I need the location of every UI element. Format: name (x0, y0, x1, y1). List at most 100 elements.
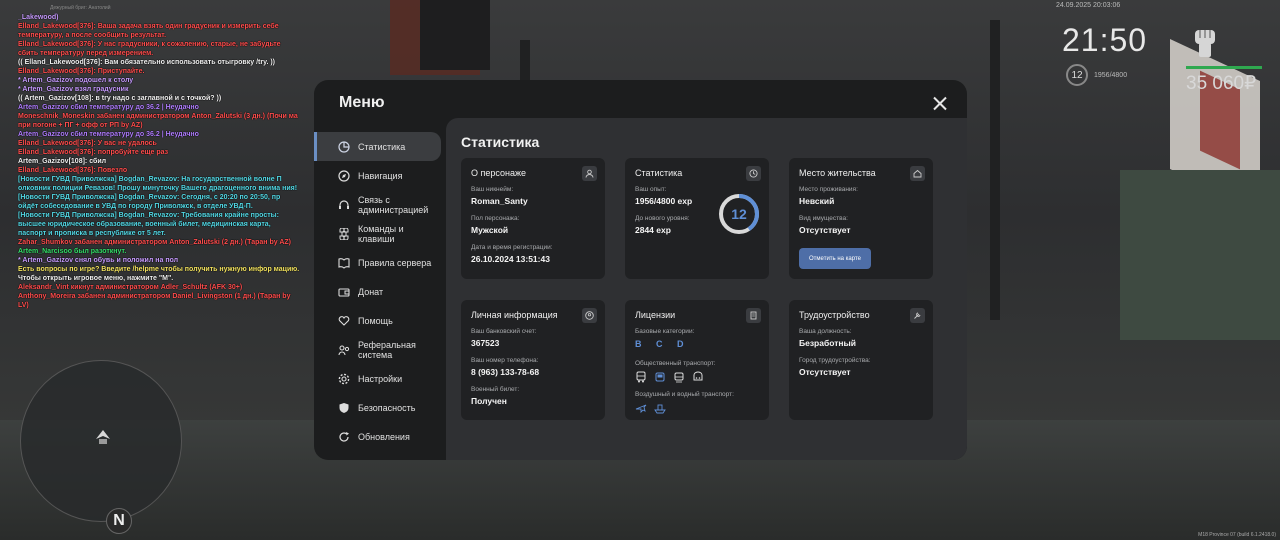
chat-line: Elland_Lakewood[376]: попробуйте еще раз (18, 149, 169, 156)
clock-icon (746, 166, 761, 181)
close-button[interactable] (930, 94, 950, 114)
card-job: Трудоустройство Ваша должность: Безработ… (789, 300, 933, 420)
book-icon (338, 257, 350, 269)
game-menu: Меню Статистика Навигация Связь с админи… (314, 80, 967, 460)
place-label: Место проживания: (799, 186, 858, 193)
chat-line: Elland_Lakewood[376]: Приступайте. (18, 68, 145, 75)
card-title: Статистика (635, 168, 683, 178)
background-doorway (420, 0, 490, 70)
menu-title: Меню (339, 94, 385, 111)
nav-item-help[interactable]: Помощь (314, 306, 441, 335)
chat-line: Aleksandr_Vint кикнут администратором Ad… (18, 284, 243, 291)
nick-label: Ваш никнейм: (471, 186, 514, 193)
chat-line: Elland_Lakewood[376]: У вас не удалось (18, 140, 157, 147)
chat-line: Artem_Narcisoo был разоткнут. (18, 248, 127, 255)
job-city-label: Город трудоустройства: (799, 357, 871, 364)
hud-date: 24.09.2025 20:03:06 (1056, 2, 1121, 9)
mark-on-map-button[interactable]: Отметить на карте (799, 248, 871, 269)
public-transport-icons (635, 370, 704, 383)
wallet-icon (338, 287, 350, 297)
gear-icon (338, 373, 350, 384)
compass-icon (338, 169, 350, 182)
card-title: О персонаже (471, 168, 526, 178)
place-value: Невский (799, 196, 835, 206)
nick-value: Roman_Santy (471, 196, 528, 206)
boat-icon (654, 401, 666, 414)
card-personal: Личная информация Ваш банковский счет: 3… (461, 300, 605, 420)
nav-item-commands[interactable]: Команды и клавиши (314, 219, 441, 248)
phone-value: 8 (963) 133-78-68 (471, 367, 540, 377)
hud-money-bar (1186, 66, 1262, 69)
chat-line: Elland_Lakewood[376]: У нас градусники, … (18, 41, 281, 57)
tram-icon (673, 370, 685, 383)
position-label: Ваша должность: (799, 328, 852, 335)
card-stats: Статистика Ваш опыт: 1956/4800 exp До но… (625, 158, 769, 279)
nav-item-updates[interactable]: Обновления (314, 422, 441, 451)
build-info: M18 Province 07 (build 6.1.2418.0) (1198, 532, 1276, 538)
command-icon (339, 227, 349, 240)
nav-label: Безопасность (358, 402, 416, 413)
compass-north: N (106, 508, 132, 534)
bank-value: 367523 (471, 338, 500, 348)
fist-icon (1195, 30, 1215, 57)
property-value: Отсутствует (799, 225, 851, 235)
chat-line: Artem_Gazizov[108]: сбил (18, 158, 107, 165)
chat-line: _Lakewood) (18, 14, 59, 21)
nav-label: Настройки (358, 373, 403, 384)
document-icon (746, 308, 761, 323)
player-marker-icon (96, 430, 110, 444)
background-post (990, 20, 1000, 320)
card-title: Трудоустройство (799, 310, 870, 320)
nav-label: Реферальная система (358, 339, 416, 360)
chat-line: * Artem_Gazizov снял обувь и положил на … (18, 257, 179, 264)
user-icon (582, 166, 597, 181)
chat-line: [Новости ГУВД Приволжска] Bogdan_Revazov… (18, 176, 298, 192)
chat-line: Elland_Lakewood[376]: Ваша задача взять … (18, 23, 279, 39)
refresh-icon (339, 431, 349, 442)
exp-label: Ваш опыт: (635, 186, 667, 193)
job-city-value: Отсутствует (799, 367, 851, 377)
card-residence: Место жительства Место проживания: Невск… (789, 158, 933, 279)
nav-label: Связь с администрацией (358, 194, 429, 215)
nav-label: Навигация (358, 170, 403, 181)
card-title: Место жительства (799, 168, 876, 178)
content-title: Статистика (461, 134, 540, 150)
hud-clock: 21:50 (1062, 22, 1148, 58)
hud-level-badge: 12 (1066, 64, 1088, 86)
chat-log: Дежурный бриг: Анатолий _Lakewood) Ellan… (18, 4, 300, 310)
chat-line: * Artem_Gazizov подошел к столу (18, 77, 134, 84)
nav-item-admin-contact[interactable]: Связь с администрацией (314, 190, 441, 219)
referral-icon (338, 344, 350, 355)
nav-item-navigation[interactable]: Навигация (314, 161, 441, 190)
nav-label: Донат (358, 286, 384, 297)
user-circle-icon (582, 308, 597, 323)
tools-icon (910, 308, 925, 323)
chat-line: Есть вопросы по игре? Введите /helpme чт… (18, 266, 300, 273)
nav-item-security[interactable]: Безопасность (314, 393, 441, 422)
phone-label: Ваш номер телефона: (471, 357, 539, 364)
card-licenses: Лицензии Базовые категории: B C D Общест… (625, 300, 769, 420)
nav-label: Статистика (358, 141, 406, 152)
reg-value: 26.10.2024 13:51:43 (471, 254, 550, 264)
heart-hands-icon (338, 315, 350, 326)
metro-icon (692, 370, 704, 382)
military-label: Военный билет: (471, 386, 520, 393)
nav-item-statistics[interactable]: Статистика (314, 132, 441, 161)
nav-item-settings[interactable]: Настройки (314, 364, 441, 393)
nav-item-referral[interactable]: Реферальная система (314, 335, 441, 364)
chat-line: [Новости ГУВД Приволжска] Bogdan_Revazov… (18, 194, 281, 210)
hud-exp: 1956/4800 (1094, 72, 1128, 79)
card-about: О персонаже Ваш никнейм: Roman_Santy Пол… (461, 158, 605, 279)
chat-line: Anthony_Moreira забанен администратором … (18, 293, 291, 309)
nav-label: Команды и клавиши (358, 223, 404, 244)
chat-line: (( Elland_Lakewood[376]: Вам обязательно… (18, 59, 275, 66)
basic-categories-label: Базовые категории: (635, 328, 695, 335)
menu-sidebar: Статистика Навигация Связь с администрац… (314, 132, 441, 451)
gender-value: Мужской (471, 225, 509, 235)
chat-line: Moneschnik_Moneskin забанен администрато… (18, 113, 298, 129)
shield-icon (339, 402, 349, 413)
nav-item-rules[interactable]: Правила сервера (314, 248, 441, 277)
house-icon (910, 166, 925, 181)
nav-item-donate[interactable]: Донат (314, 277, 441, 306)
property-label: Вид имущества: (799, 215, 848, 222)
